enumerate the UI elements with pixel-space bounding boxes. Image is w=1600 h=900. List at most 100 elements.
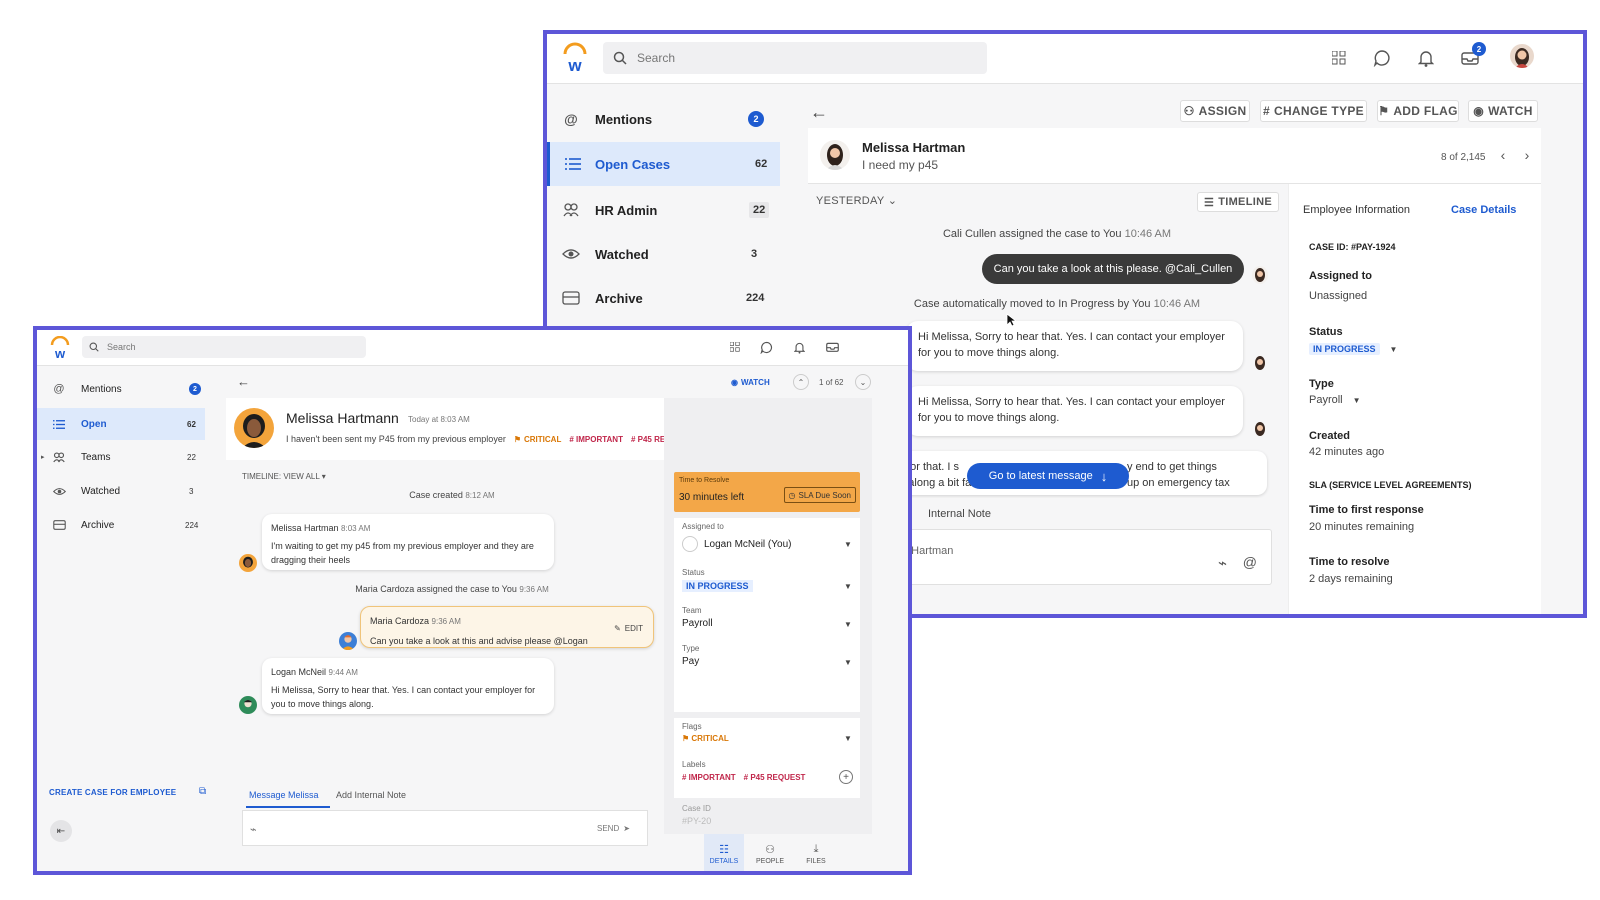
chat-icon[interactable]: [1370, 46, 1394, 70]
assign-button[interactable]: ⚇ ASSIGN: [1180, 100, 1250, 122]
tab-message[interactable]: Message Melissa: [249, 790, 319, 800]
prev-case-icon[interactable]: ⌃: [793, 374, 809, 390]
timeline-filter[interactable]: TIMELINE: VIEW ALL ▾: [242, 472, 326, 481]
caret-down-icon[interactable]: ▼: [844, 658, 852, 667]
nav-item-open[interactable]: Open 62: [37, 408, 205, 440]
bell-icon[interactable]: [791, 339, 807, 355]
labels-label: Labels: [682, 760, 706, 769]
archive-icon: [547, 291, 595, 305]
avatar: [339, 632, 357, 650]
message-input[interactable]: ⌁ SEND ➤: [242, 810, 648, 846]
paperclip-icon[interactable]: ⌁: [250, 823, 257, 836]
search-input[interactable]: Search: [82, 336, 366, 358]
nav-item-watched[interactable]: Watched 3: [547, 232, 797, 276]
type-label: Type: [682, 644, 700, 653]
workday-logo-icon[interactable]: w: [49, 336, 71, 360]
add-label-icon[interactable]: +: [839, 770, 853, 784]
tab-details[interactable]: ☷ DETAILS: [704, 834, 744, 871]
at-icon: @: [564, 111, 578, 127]
status-badge[interactable]: IN PROGRESS: [682, 580, 753, 592]
nav-item-hr-admin[interactable]: HR Admin 22: [547, 188, 797, 232]
back-arrow-icon[interactable]: ←: [807, 100, 831, 124]
send-label: SEND: [597, 824, 620, 833]
message-text: Hi Melissa, Sorry to hear that. Yes. I c…: [271, 685, 536, 709]
internal-note-tab[interactable]: Internal Note: [928, 508, 991, 520]
status-select[interactable]: IN PROGRESS ▼: [1309, 343, 1397, 355]
external-link-icon[interactable]: ⧉: [199, 786, 206, 797]
create-case-link[interactable]: CREATE CASE FOR EMPLOYEE: [49, 788, 176, 797]
send-button[interactable]: SEND ➤: [597, 824, 630, 833]
critical-flag: ⚑ CRITICAL: [514, 435, 562, 444]
add-flag-label: ADD FLAG: [1393, 104, 1458, 118]
flag-icon: ⚑: [682, 734, 690, 743]
edit-label: EDIT: [624, 624, 643, 633]
message-bubble: Melissa Hartman 8:03 AM I'm waiting to g…: [262, 514, 554, 570]
date-filter[interactable]: YESTERDAY ⌄: [816, 194, 897, 207]
eye-icon: [547, 248, 595, 260]
tab-employee-info[interactable]: Employee Information: [1303, 204, 1410, 216]
case-position: 1 of 62: [819, 378, 844, 387]
search-input[interactable]: Search: [603, 42, 987, 74]
go-to-latest-button[interactable]: Go to latest message ↓: [967, 463, 1129, 489]
expand-caret-icon[interactable]: ▸: [41, 453, 45, 461]
next-case-icon[interactable]: ›: [1518, 146, 1536, 164]
nav-item-archive[interactable]: Archive 224: [547, 276, 797, 320]
pencil-icon: ✎: [614, 624, 621, 633]
add-flag-button[interactable]: ⚑ ADD FLAG: [1377, 100, 1459, 122]
user-avatar[interactable]: [1510, 44, 1534, 68]
paperclip-icon[interactable]: ⌁: [1218, 554, 1227, 572]
chat-icon[interactable]: [758, 339, 774, 355]
system-message-time: 10:46 AM: [1153, 298, 1201, 310]
change-type-button[interactable]: # CHANGE TYPE: [1260, 100, 1367, 122]
back-arrow-icon[interactable]: ←: [237, 374, 250, 389]
message-input[interactable]: ssa Hartman ⌁ @: [890, 529, 1272, 585]
inbox-badge: 2: [1472, 42, 1486, 56]
caret-down-icon[interactable]: ▼: [844, 734, 852, 743]
assigned-value[interactable]: Unassigned: [1309, 290, 1367, 302]
type-select[interactable]: Payroll ▼: [1309, 394, 1361, 406]
at-icon: @: [53, 383, 65, 395]
tab-people[interactable]: ⚇ PEOPLE: [750, 834, 790, 871]
eye-icon: ◉: [1473, 104, 1485, 118]
type-value[interactable]: Pay: [682, 656, 699, 667]
nav-item-teams[interactable]: ▸ Teams 22: [37, 442, 222, 472]
assigned-value[interactable]: Logan McNeil (You): [704, 539, 791, 550]
team-value[interactable]: Payroll: [682, 618, 713, 629]
prev-case-icon[interactable]: ‹: [1494, 146, 1512, 164]
caret-down-icon[interactable]: ▼: [844, 620, 852, 629]
label-important: # IMPORTANT: [569, 434, 623, 444]
workday-logo-icon[interactable]: w: [561, 42, 589, 74]
next-case-icon[interactable]: ⌄: [855, 374, 871, 390]
caret-down-icon[interactable]: ▼: [844, 582, 852, 591]
caret-down-icon[interactable]: ▼: [844, 540, 852, 549]
system-message: Maria Cardoza assigned the case to You 9…: [242, 584, 662, 594]
watch-button[interactable]: ◉ WATCH: [731, 378, 770, 387]
nav-item-open-cases[interactable]: Open Cases 62: [547, 142, 780, 186]
timeline-button[interactable]: ☰ TIMELINE: [1197, 192, 1279, 212]
inbox-icon[interactable]: [824, 339, 840, 355]
mention-icon[interactable]: @: [1243, 554, 1257, 570]
case-employee-name: Melissa Hartman: [862, 140, 966, 155]
tab-files[interactable]: ⤓ FILES: [796, 834, 836, 871]
inbox-icon[interactable]: 2: [1458, 42, 1486, 70]
system-message-time: 8:12 AM: [465, 491, 495, 500]
collapse-sidebar-icon[interactable]: ⇤: [50, 820, 72, 842]
mentions-badge: 2: [189, 383, 201, 395]
resolve-label: Time to resolve: [1309, 556, 1390, 568]
watch-button[interactable]: ◉ WATCH: [1468, 100, 1538, 122]
tab-case-details[interactable]: Case Details: [1451, 204, 1516, 216]
apps-grid-icon[interactable]: [727, 339, 743, 355]
nav-item-mentions[interactable]: @ Mentions 2: [37, 374, 222, 404]
nav-item-watched[interactable]: Watched 3: [37, 476, 222, 506]
nav-item-mentions[interactable]: @ Mentions 2: [547, 100, 797, 138]
nav-item-archive[interactable]: Archive 224: [37, 510, 222, 540]
bell-icon[interactable]: [1414, 46, 1438, 70]
partial-text: y end to get things: [1127, 461, 1217, 473]
apps-grid-icon[interactable]: [1327, 46, 1351, 70]
nav-count: 62: [187, 419, 196, 429]
top-bar: w Search: [37, 330, 908, 366]
tab-internal-note[interactable]: Add Internal Note: [336, 790, 406, 800]
flag-icon: ⚑: [513, 434, 521, 444]
critical-flag: ⚑ CRITICAL: [682, 734, 729, 743]
edit-button[interactable]: ✎ EDIT: [614, 621, 643, 637]
